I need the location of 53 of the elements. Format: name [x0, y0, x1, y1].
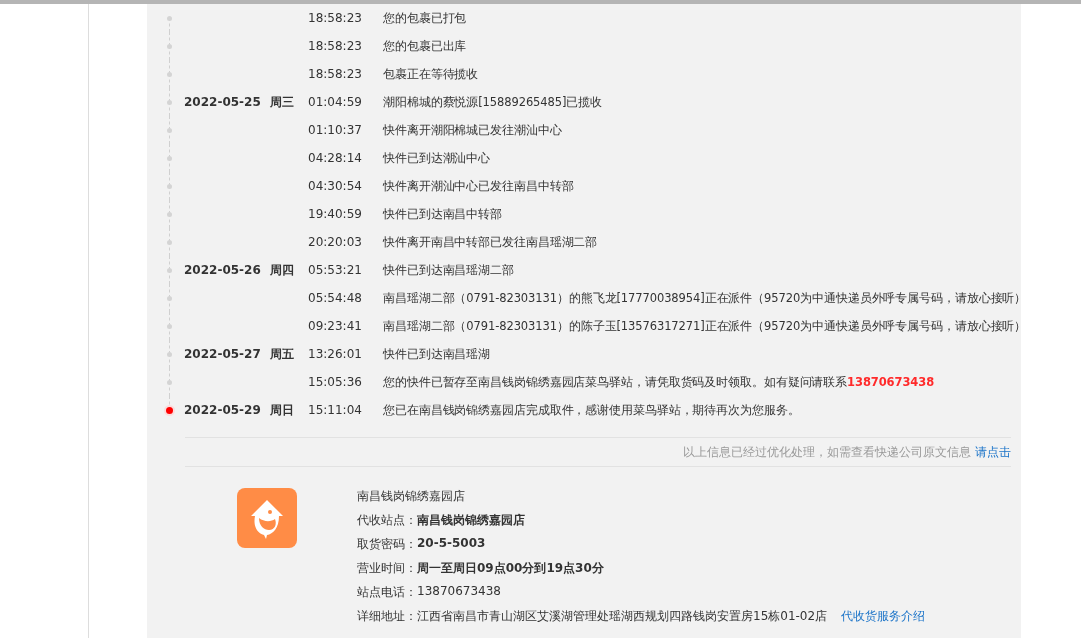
time-text: 05:54:48	[308, 291, 363, 305]
time-text: 18:58:23	[308, 67, 363, 81]
weekday-text: 周三	[270, 94, 294, 109]
notice-text: 以上信息已经过优化处理，如需查看快递公司原文信息	[683, 443, 971, 461]
date-text: 2022-05-26	[184, 263, 261, 277]
time-text: 15:11:04	[308, 403, 363, 417]
time-text: 20:20:03	[308, 235, 363, 249]
field-value: 江西省南昌市青山湖区艾溪湖管理处瑶湖西规划四路钱岗安置房15栋01-02店	[417, 608, 828, 625]
event-text: 快件已到达南昌中转部	[383, 206, 502, 222]
event-text: 您的包裹已打包	[383, 10, 467, 26]
field-label: 营业时间：	[357, 560, 417, 577]
field-value: 南昌钱岗锦绣嘉园店	[417, 512, 525, 529]
event-text: 快件已到达南昌瑶湖	[383, 346, 491, 362]
weekday-text: 周四	[270, 262, 294, 277]
station-logo-icon	[237, 488, 297, 548]
event-text: 快件离开潮汕中心已发往南昌中转部	[383, 178, 574, 194]
field-label: 取货密码：	[357, 536, 417, 553]
field-value: 13870673438	[417, 584, 501, 600]
weekday-text: 周日	[270, 402, 294, 417]
event-text: 南昌瑶湖二部（0791-82303131）的熊飞龙[17770038954]正在派件（95720为中通快递员外呼专属号码，请放心接听）	[383, 290, 1027, 306]
station-name: 南昌钱岗锦绣嘉园店	[357, 488, 466, 505]
event-text: 南昌瑶湖二部（0791-82303131）的陈子玉[13576317271]正在派件（95720为中通快递员外呼专属号码，请放心接听）	[383, 318, 1027, 334]
field-label: 详细地址：	[357, 608, 417, 625]
time-text: 05:53:21	[308, 263, 363, 277]
event-text: 您已在南昌钱岗锦绣嘉园店完成取件，感谢使用菜鸟驿站，期待再次为您服务。	[383, 402, 800, 418]
time-text: 18:58:23	[308, 11, 363, 25]
event-text: 快件已到达潮汕中心	[383, 150, 491, 166]
event-text: 您的包裹已出库	[383, 38, 467, 54]
time-text: 18:58:23	[308, 39, 363, 53]
service-intro-link[interactable]: 代收货服务介绍	[841, 608, 926, 632]
time-text: 01:10:37	[308, 123, 363, 137]
field-label: 站点电话：	[357, 584, 417, 601]
date-text: 2022-05-25	[184, 95, 261, 109]
weekday-text: 周五	[270, 346, 294, 361]
date-text: 2022-05-27	[184, 347, 261, 361]
event-text: 快件离开潮阳棉城已发往潮汕中心	[383, 122, 562, 138]
original-info-link[interactable]: 请点击	[975, 443, 1011, 461]
event-text: 潮阳棉城的蔡悦源[15889265485]已揽收	[383, 94, 603, 110]
event-text: 您的快件已暂存至南昌钱岗锦绣嘉园店菜鸟驿站，请凭取货码及时领取。如有疑问请联系13870673438	[383, 374, 935, 390]
event-text: 快件离开南昌中转部已发往南昌瑶湖二部	[383, 234, 598, 250]
field-value: 周一至周日09点00分到19点30分	[417, 560, 604, 577]
event-text: 包裹正在等待揽收	[383, 66, 479, 82]
time-text: 19:40:59	[308, 207, 363, 221]
field-value: 20-5-5003	[417, 536, 486, 552]
date-text: 2022-05-29	[184, 403, 261, 417]
event-text: 快件已到达南昌瑶湖二部	[383, 262, 514, 278]
time-text: 01:04:59	[308, 95, 363, 109]
field-label: 代收站点：	[357, 512, 417, 529]
time-text: 13:26:01	[308, 347, 363, 361]
time-text: 09:23:41	[308, 319, 363, 333]
time-text: 15:05:36	[308, 375, 363, 389]
time-text: 04:30:54	[308, 179, 363, 193]
time-text: 04:28:14	[308, 151, 363, 165]
